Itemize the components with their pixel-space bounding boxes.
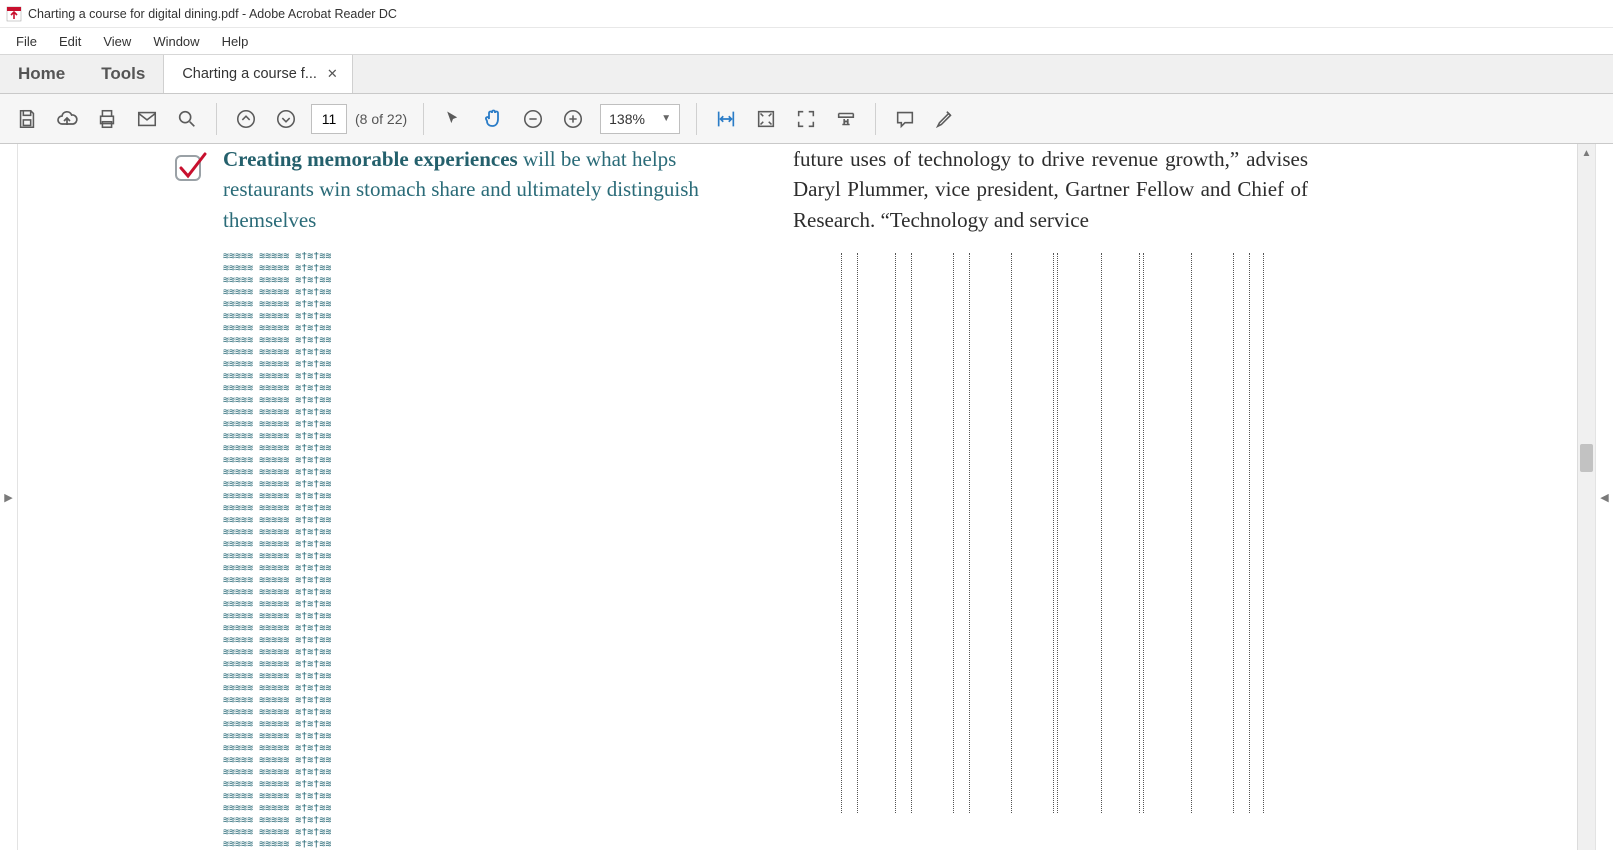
page-number-input[interactable] xyxy=(311,104,347,134)
zoom-value: 138% xyxy=(609,111,645,127)
cloud-upload-icon[interactable] xyxy=(48,100,86,138)
main-area: ▶ Creating memorable experiences will be… xyxy=(0,144,1613,850)
toolbar: (8 of 22) 138% ▼ xyxy=(0,94,1613,144)
print-icon[interactable] xyxy=(88,100,126,138)
decorative-stripes xyxy=(793,253,1273,813)
body-text: future uses of technology to drive reven… xyxy=(793,144,1308,235)
acrobat-icon xyxy=(6,6,22,22)
zoom-in-icon[interactable] xyxy=(554,100,592,138)
chevron-down-icon: ▼ xyxy=(661,113,671,124)
bullet-bold: Creating memorable experiences xyxy=(223,147,518,171)
read-mode-icon[interactable] xyxy=(827,100,865,138)
page-down-icon[interactable] xyxy=(267,100,305,138)
save-icon[interactable] xyxy=(8,100,46,138)
document-tab-label: Charting a course f... xyxy=(182,66,317,82)
left-panel-toggle[interactable]: ▶ xyxy=(0,144,18,850)
nav-tools[interactable]: Tools xyxy=(83,55,163,93)
menu-bar: File Edit View Window Help xyxy=(0,28,1613,54)
page-count-label: (8 of 22) xyxy=(355,111,407,127)
document-viewport[interactable]: Creating memorable experiences will be w… xyxy=(18,144,1577,850)
zoom-out-icon[interactable] xyxy=(514,100,552,138)
fit-page-icon[interactable] xyxy=(747,100,785,138)
title-bar: Charting a course for digital dining.pdf… xyxy=(0,0,1613,28)
zoom-level-select[interactable]: 138% ▼ xyxy=(600,104,680,134)
separator xyxy=(216,103,217,135)
separator xyxy=(423,103,424,135)
right-column: future uses of technology to drive reven… xyxy=(793,144,1308,813)
menu-file[interactable]: File xyxy=(6,31,47,52)
page-up-icon[interactable] xyxy=(227,100,265,138)
close-icon[interactable]: ✕ xyxy=(327,66,338,82)
scroll-up-icon[interactable]: ▲ xyxy=(1578,144,1595,162)
left-column: Creating memorable experiences will be w… xyxy=(223,144,723,850)
checkmark-icon xyxy=(175,152,205,182)
email-icon[interactable] xyxy=(128,100,166,138)
search-icon[interactable] xyxy=(168,100,206,138)
highlight-icon[interactable] xyxy=(926,100,964,138)
fit-width-icon[interactable] xyxy=(707,100,745,138)
separator xyxy=(696,103,697,135)
menu-view[interactable]: View xyxy=(93,31,141,52)
fullscreen-icon[interactable] xyxy=(787,100,825,138)
window-title: Charting a course for digital dining.pdf… xyxy=(28,7,397,21)
document-tab[interactable]: Charting a course f... ✕ xyxy=(163,55,353,93)
selection-tool-icon[interactable] xyxy=(434,100,472,138)
scrollbar-thumb[interactable] xyxy=(1580,444,1593,472)
right-panel-toggle[interactable]: ◀ xyxy=(1595,144,1613,850)
chevron-left-icon: ◀ xyxy=(1600,491,1608,504)
pdf-page: Creating memorable experiences will be w… xyxy=(18,144,1577,150)
vertical-scrollbar[interactable]: ▲ xyxy=(1577,144,1595,850)
menu-window[interactable]: Window xyxy=(143,31,209,52)
comment-icon[interactable] xyxy=(886,100,924,138)
separator xyxy=(875,103,876,135)
bullet-text: Creating memorable experiences will be w… xyxy=(223,144,723,235)
nav-tabs: Home Tools Charting a course f... ✕ xyxy=(0,54,1613,94)
menu-edit[interactable]: Edit xyxy=(49,31,91,52)
chevron-right-icon: ▶ xyxy=(4,491,12,504)
hand-tool-icon[interactable] xyxy=(474,100,512,138)
decorative-glyph-block: ≋≋≋≋≋ ≋≋≋≋≋ ≋†≋†≋≋ ≋≋≋≋≋ ≋≋≋≋≋ ≋†≋†≋≋ ≋≋… xyxy=(223,251,378,850)
nav-home[interactable]: Home xyxy=(0,55,83,93)
menu-help[interactable]: Help xyxy=(212,31,259,52)
